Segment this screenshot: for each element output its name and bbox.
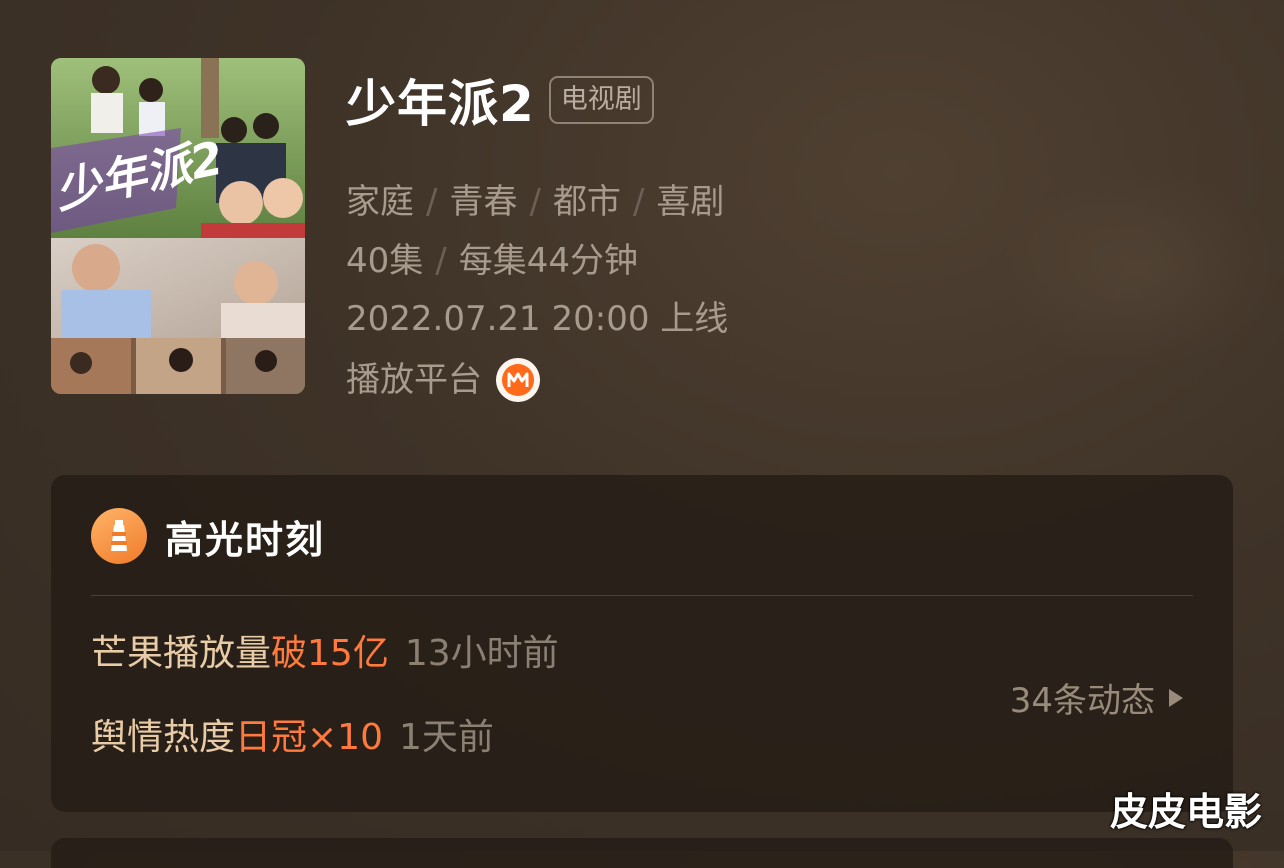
highlight-label: 舆情热度	[91, 717, 236, 758]
watermark: 皮皮电影	[1109, 790, 1262, 834]
highlights-header: 高光时刻	[91, 508, 325, 564]
play-arrow-icon	[1169, 688, 1183, 707]
highlight-item[interactable]: 舆情热度日冠×10 1天前	[91, 716, 494, 760]
poster-image: 少年派2	[51, 58, 305, 394]
genre-tag[interactable]: 青春	[449, 182, 517, 222]
highlight-value: 破15亿	[271, 633, 389, 674]
mango-tv-logo-icon[interactable]	[496, 358, 540, 402]
mango-tv-glyph	[502, 364, 534, 396]
title-row: 少年派2 电视剧	[346, 68, 654, 133]
separator: /	[529, 182, 541, 222]
highlights-card[interactable]: 高光时刻 芒果播放量破15亿 13小时前 舆情热度日冠×10 1天前 34条动态	[51, 475, 1233, 812]
separator: /	[426, 182, 438, 222]
lighthouse-icon	[91, 508, 147, 564]
more-updates-label: 34条动态	[1009, 681, 1155, 721]
highlight-label: 芒果播放量	[91, 633, 272, 674]
episode-count: 40集	[346, 241, 424, 281]
genre-list: 家庭 / 青春 / 都市 / 喜剧	[346, 182, 724, 222]
show-title: 少年派2	[346, 75, 535, 133]
type-badge: 电视剧	[548, 76, 654, 124]
show-poster[interactable]: 少年派2	[51, 58, 305, 394]
highlight-time: 1天前	[399, 717, 494, 758]
release-date: 2022.07.21 20:00 上线	[346, 299, 729, 339]
highlights-title: 高光时刻	[165, 517, 326, 562]
highlight-item[interactable]: 芒果播放量破15亿 13小时前	[91, 632, 559, 676]
platform-row: 播放平台	[346, 358, 540, 402]
background-watermark	[1000, 170, 1280, 370]
genre-tag[interactable]: 都市	[553, 182, 621, 222]
separator: /	[435, 241, 447, 281]
next-card	[51, 838, 1233, 868]
divider	[91, 595, 1193, 596]
separator: /	[632, 182, 645, 222]
more-updates-link[interactable]: 34条动态	[1010, 673, 1183, 722]
episode-info: 40集 / 每集44分钟	[346, 241, 638, 281]
genre-tag[interactable]: 家庭	[346, 182, 414, 222]
episode-length: 每集44分钟	[458, 241, 638, 281]
highlight-value: 日冠×10	[235, 717, 383, 758]
highlight-time: 13小时前	[404, 633, 559, 674]
genre-tag[interactable]: 喜剧	[656, 182, 724, 222]
platform-label: 播放平台	[346, 360, 482, 400]
